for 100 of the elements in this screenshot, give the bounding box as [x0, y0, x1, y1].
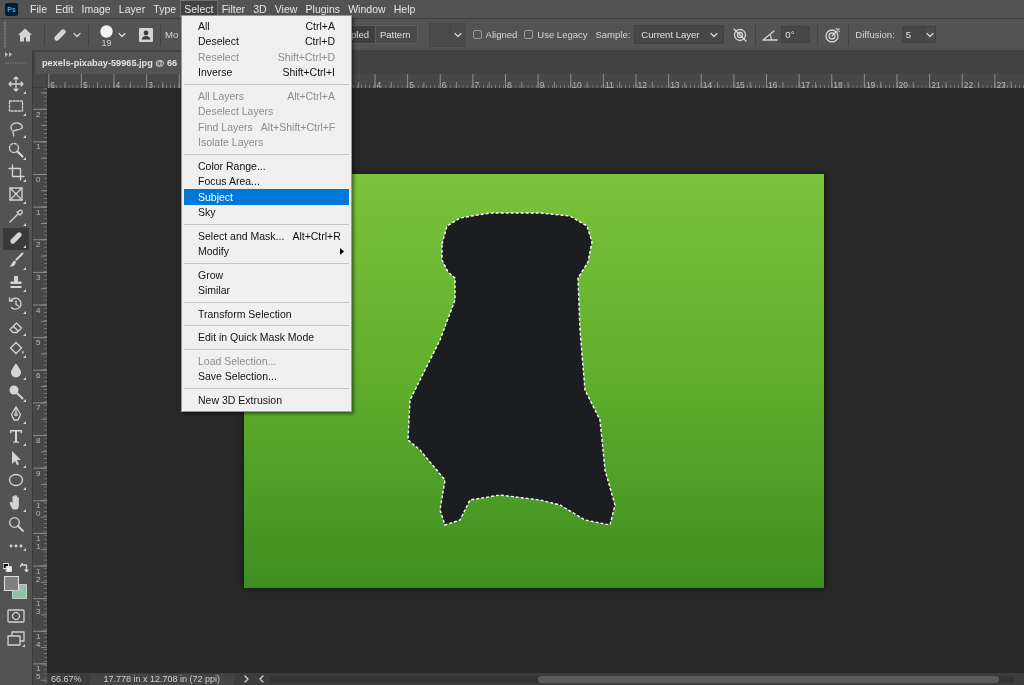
ruler-number: 17	[800, 80, 811, 88]
foreground-color-swatch[interactable]	[4, 576, 19, 591]
menu-option[interactable]: Modify	[184, 243, 349, 259]
menu-item[interactable]: Filter	[217, 0, 250, 18]
ruler-number: 14	[36, 632, 41, 649]
keyboard-shortcut: Alt+Ctrl+R	[292, 229, 341, 242]
dodge-icon	[8, 384, 26, 402]
menu-option[interactable]: Sky	[184, 204, 349, 220]
ruler-number: 19	[865, 80, 876, 88]
menu-item[interactable]: Layer	[114, 0, 150, 18]
water-drop-icon	[8, 362, 26, 380]
ruler-number: 23	[996, 80, 1006, 88]
ruler-number: 4	[376, 80, 382, 88]
crossed-circle-icon[interactable]	[732, 26, 749, 43]
menu-option[interactable]: Subject	[184, 189, 349, 205]
caret-icon	[453, 31, 462, 38]
sample-dropdown[interactable]: Current Layer	[634, 25, 725, 44]
ruler-number: 0	[36, 176, 41, 184]
hand-icon	[8, 494, 26, 512]
bandage-icon	[8, 230, 26, 248]
menu-option[interactable]: Save Selection...	[184, 368, 349, 384]
ruler-number: 1	[36, 143, 41, 152]
sample-label: Sample:	[595, 29, 631, 40]
history-brush-icon	[8, 296, 26, 314]
ruler-number: 3	[36, 273, 41, 282]
lasso-icon	[8, 120, 26, 138]
angle-field[interactable]: 0°	[781, 26, 811, 43]
diffusion-dropdown-button[interactable]	[924, 26, 936, 43]
checkbox-label: Aligned	[485, 29, 518, 40]
ruler-number: 20	[898, 80, 908, 88]
ruler-number: 18	[833, 80, 843, 88]
checkbox[interactable]	[524, 30, 534, 39]
ruler-number: 2	[36, 110, 41, 119]
zoom-icon	[8, 516, 26, 534]
ruler-number: 6	[441, 80, 447, 88]
ruler-number: 13	[670, 80, 680, 88]
source-toggle[interactable]: Pattern	[374, 26, 417, 43]
ruler-number: 3	[148, 80, 153, 88]
swap-arrows-icon[interactable]	[20, 562, 29, 572]
horizontal-scrollbar[interactable]	[270, 675, 1014, 683]
stamp-icon	[8, 274, 26, 292]
keyboard-shortcut: Shift+Ctrl+D	[277, 50, 335, 63]
menu-item[interactable]: Plugins	[301, 0, 345, 18]
brush-tip-icon[interactable]	[100, 25, 113, 38]
default-colors-icon[interactable]	[3, 562, 12, 572]
menu-option[interactable]: Color Range...	[184, 158, 349, 174]
ruler-number: 4	[115, 80, 121, 88]
chevron-left-icon[interactable]	[259, 675, 265, 683]
rectangle-marquee-icon	[8, 98, 26, 116]
menu-item[interactable]: Image	[77, 0, 115, 18]
crop-icon	[8, 164, 26, 182]
double-chevron-icon[interactable]	[5, 52, 12, 57]
menu-option[interactable]: Similar	[184, 282, 349, 298]
ruler-number: 8	[36, 437, 41, 445]
menu-item[interactable]: Edit	[51, 0, 78, 18]
menu-option[interactable]: Focus Area...	[184, 173, 349, 189]
ruler-number: 4	[36, 306, 41, 315]
ruler-number: 15	[36, 665, 41, 682]
scrollbar-thumb[interactable]	[537, 675, 1000, 683]
screen-mode-icon[interactable]	[7, 630, 25, 647]
target-pen-icon[interactable]	[824, 26, 842, 43]
menu-option[interactable]: Select and Mask... Alt+Ctrl+R	[184, 228, 349, 244]
ruler-number: 12	[637, 80, 647, 88]
quick-mask-icon[interactable]	[7, 607, 25, 624]
tool-button[interactable]	[3, 228, 29, 250]
ruler-number: 1	[36, 208, 41, 217]
move-icon	[8, 76, 26, 94]
menu-item[interactable]: 3D	[249, 0, 271, 18]
ruler-number: 9	[539, 80, 545, 88]
keyboard-shortcut: Alt+Ctrl+A	[287, 89, 335, 102]
caret-icon[interactable]	[73, 31, 81, 38]
menu-option[interactable]: Grow	[184, 267, 349, 283]
home-icon[interactable]	[17, 26, 33, 43]
diffusion-field[interactable]: 5	[901, 26, 925, 43]
ruler-number: 5	[36, 339, 41, 348]
keyboard-shortcut: Ctrl+D	[304, 35, 335, 48]
menu-item[interactable]: Help	[389, 0, 420, 18]
ruler-number: 11	[604, 80, 614, 88]
checkbox[interactable]	[472, 30, 482, 39]
keyboard-shortcut: Ctrl+A	[305, 19, 335, 32]
person-square-icon[interactable]	[138, 26, 154, 43]
caret-icon[interactable]	[118, 31, 126, 38]
chevron-right-icon[interactable]	[244, 675, 250, 683]
ruler-number: 9	[36, 469, 41, 478]
menu-option[interactable]: Transform Selection	[184, 306, 349, 322]
menu-item[interactable]: File	[26, 0, 52, 18]
menu-item[interactable]: Window	[344, 0, 390, 18]
menu-item[interactable]: View	[270, 0, 302, 18]
ruler-number: 13	[36, 600, 41, 617]
menu-option[interactable]: New 3D Extrusion	[184, 392, 349, 408]
ruler-number: 10	[572, 80, 582, 88]
menu-option[interactable]: Edit in Quick Mask Mode	[184, 329, 349, 345]
menu-option[interactable]: Deselect Ctrl+D	[184, 33, 349, 49]
menu-option[interactable]: All Ctrl+A	[184, 18, 349, 34]
caret-icon	[925, 31, 934, 38]
grip-icon[interactable]	[3, 20, 7, 49]
menu-item[interactable]: Type	[149, 0, 181, 18]
ruler-number: 6	[36, 371, 41, 380]
mode-label: Mo	[165, 29, 179, 40]
ruler-number: 6	[50, 80, 55, 88]
